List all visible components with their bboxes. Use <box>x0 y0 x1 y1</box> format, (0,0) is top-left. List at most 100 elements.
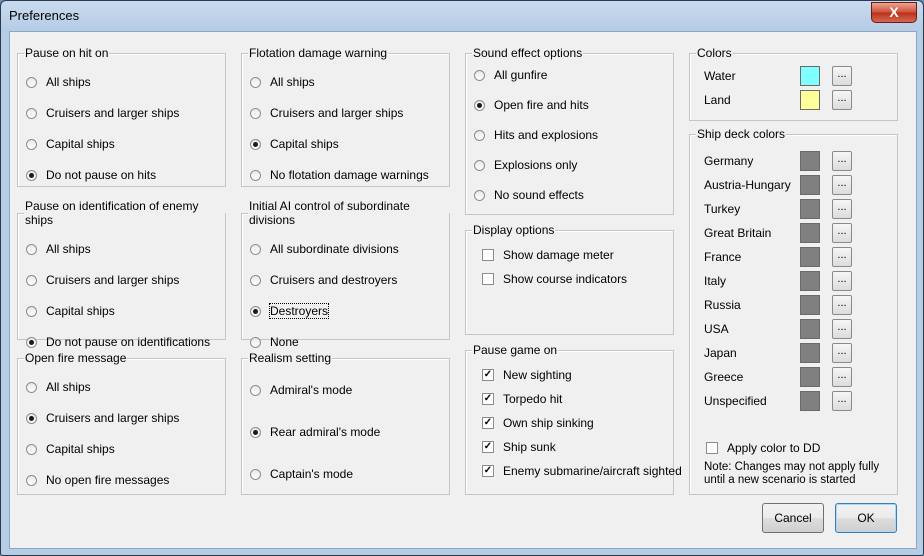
choose-color-button-great-britain[interactable]: ... <box>832 223 852 243</box>
radio-pause-on-hit-cruisers-and-larger-ships[interactable]: Cruisers and larger ships <box>26 105 179 121</box>
choose-color-button-france[interactable]: ... <box>832 247 852 267</box>
radio-button[interactable] <box>474 189 485 201</box>
checkbox-ship-sunk[interactable]: ✓ Ship sunk <box>482 439 556 455</box>
choose-color-button-turkey[interactable]: ... <box>832 199 852 219</box>
choose-color-button-italy[interactable]: ... <box>832 271 852 291</box>
radio-button[interactable] <box>26 443 37 455</box>
radio-button[interactable] <box>26 138 37 150</box>
color-swatch-russia <box>800 295 820 315</box>
choose-color-button-land[interactable]: ... <box>832 90 852 110</box>
checkbox-torpedo-hit[interactable]: ✓ Torpedo hit <box>482 391 562 407</box>
radio-pause-on-hit-do-not-pause-on-hits[interactable]: Do not pause on hits <box>26 167 156 183</box>
radio-pause-on-identification-capital-ships[interactable]: Capital ships <box>26 303 115 319</box>
radio-sound-effects-no-sound-effects[interactable]: No sound effects <box>474 187 584 203</box>
radio-button[interactable] <box>26 76 37 88</box>
radio-open-fire-message-no-open-fire-messages[interactable]: No open fire messages <box>26 472 169 488</box>
close-button[interactable]: X <box>871 2 917 23</box>
radio-button[interactable] <box>26 336 37 348</box>
radio-button[interactable] <box>26 243 37 255</box>
radio-button[interactable] <box>250 138 261 150</box>
checkbox-own-ship-sinking[interactable]: ✓ Own ship sinking <box>482 415 594 431</box>
radio-realism-setting-admiral-s-mode[interactable]: Admiral's mode <box>250 382 352 398</box>
checkbox-box[interactable] <box>482 273 494 285</box>
title-bar[interactable]: Preferences X <box>1 1 923 31</box>
radio-pause-on-identification-cruisers-and-larger-ships[interactable]: Cruisers and larger ships <box>26 272 179 288</box>
radio-button[interactable] <box>26 274 37 286</box>
radio-button[interactable] <box>250 169 261 181</box>
color-label: USA <box>704 322 729 336</box>
radio-button[interactable] <box>474 99 485 111</box>
radio-open-fire-message-capital-ships[interactable]: Capital ships <box>26 441 115 457</box>
color-row-italy: Italy <box>704 270 800 292</box>
radio-pause-on-hit-capital-ships[interactable]: Capital ships <box>26 136 115 152</box>
radio-realism-setting-rear-admiral-s-mode[interactable]: Rear admiral's mode <box>250 424 380 440</box>
radio-button[interactable] <box>26 169 37 181</box>
checkbox-box[interactable]: ✓ <box>482 417 494 429</box>
radio-label: All ships <box>46 380 91 394</box>
choose-color-button-greece[interactable]: ... <box>832 367 852 387</box>
radio-button[interactable] <box>250 107 261 119</box>
radio-sound-effects-hits-and-explosions[interactable]: Hits and explosions <box>474 127 598 143</box>
checkbox-enemy-submarine-aircraft-sighted[interactable]: ✓ Enemy submarine/aircraft sighted <box>482 463 682 479</box>
radio-initial-ai-control-cruisers-and-destroyers[interactable]: Cruisers and destroyers <box>250 272 397 288</box>
checkbox-box[interactable] <box>482 249 494 261</box>
radio-button[interactable] <box>250 336 261 348</box>
radio-flotation-warning-capital-ships[interactable]: Capital ships <box>250 136 339 152</box>
choose-color-button-japan[interactable]: ... <box>832 343 852 363</box>
apply-color-to-dd-box[interactable] <box>706 442 718 454</box>
checkbox-show-course-indicators[interactable]: Show course indicators <box>482 271 627 287</box>
radio-initial-ai-control-none[interactable]: None <box>250 334 299 350</box>
checkbox-show-damage-meter[interactable]: Show damage meter <box>482 247 614 263</box>
checkbox-box[interactable]: ✓ <box>482 465 494 477</box>
radio-button[interactable] <box>26 381 37 393</box>
radio-flotation-warning-no-flotation-damage-warnings[interactable]: No flotation damage warnings <box>250 167 429 183</box>
radio-button[interactable] <box>250 76 261 88</box>
apply-color-to-dd-checkbox[interactable]: Apply color to DD <box>706 440 820 456</box>
radio-flotation-warning-cruisers-and-larger-ships[interactable]: Cruisers and larger ships <box>250 105 403 121</box>
radio-button[interactable] <box>250 305 261 317</box>
radio-button[interactable] <box>250 468 261 480</box>
radio-label: Admiral's mode <box>270 383 353 397</box>
radio-pause-on-identification-do-not-pause-on-identifications[interactable]: Do not pause on identifications <box>26 334 210 350</box>
choose-color-button-water[interactable]: ... <box>832 66 852 86</box>
choose-color-button-russia[interactable]: ... <box>832 295 852 315</box>
color-label: Austria-Hungary <box>704 178 791 192</box>
radio-button[interactable] <box>26 412 37 424</box>
choose-color-button-austria-hungary[interactable]: ... <box>832 175 852 195</box>
choose-color-button-unspecified[interactable]: ... <box>832 391 852 411</box>
choose-color-button-germany[interactable]: ... <box>832 151 852 171</box>
cancel-button[interactable]: Cancel <box>762 503 824 533</box>
radio-button[interactable] <box>26 305 37 317</box>
radio-label: Capital ships <box>270 137 339 151</box>
radio-pause-on-hit-all-ships[interactable]: All ships <box>26 74 91 90</box>
realism-setting-title: Realism setting <box>248 351 333 365</box>
radio-realism-setting-captain-s-mode[interactable]: Captain's mode <box>250 466 353 482</box>
radio-button[interactable] <box>474 69 485 81</box>
radio-button[interactable] <box>474 159 485 171</box>
radio-initial-ai-control-destroyers[interactable]: Destroyers <box>250 303 330 319</box>
radio-button[interactable] <box>26 107 37 119</box>
radio-button[interactable] <box>26 474 37 486</box>
radio-sound-effects-open-fire-and-hits[interactable]: Open fire and hits <box>474 97 589 113</box>
checkbox-new-sighting[interactable]: ✓ New sighting <box>482 367 572 383</box>
checkbox-box[interactable]: ✓ <box>482 369 494 381</box>
checkbox-box[interactable]: ✓ <box>482 393 494 405</box>
radio-sound-effects-explosions-only[interactable]: Explosions only <box>474 157 577 173</box>
radio-open-fire-message-cruisers-and-larger-ships[interactable]: Cruisers and larger ships <box>26 410 179 426</box>
choose-color-button-usa[interactable]: ... <box>832 319 852 339</box>
radio-button[interactable] <box>474 129 485 141</box>
radio-label: No open fire messages <box>46 473 170 487</box>
pause-game-on-title: Pause game on <box>472 343 559 357</box>
radio-initial-ai-control-all-subordinate-divisions[interactable]: All subordinate divisions <box>250 241 399 257</box>
ok-button[interactable]: OK <box>835 503 897 533</box>
radio-flotation-warning-all-ships[interactable]: All ships <box>250 74 315 90</box>
radio-button[interactable] <box>250 426 261 438</box>
radio-sound-effects-all-gunfire[interactable]: All gunfire <box>474 67 547 83</box>
radio-button[interactable] <box>250 274 261 286</box>
radio-pause-on-identification-all-ships[interactable]: All ships <box>26 241 91 257</box>
pause-on-identification-group: Pause on identification of enemy ships A… <box>17 199 226 349</box>
radio-open-fire-message-all-ships[interactable]: All ships <box>26 379 91 395</box>
radio-button[interactable] <box>250 384 261 396</box>
checkbox-box[interactable]: ✓ <box>482 441 494 453</box>
radio-button[interactable] <box>250 243 261 255</box>
